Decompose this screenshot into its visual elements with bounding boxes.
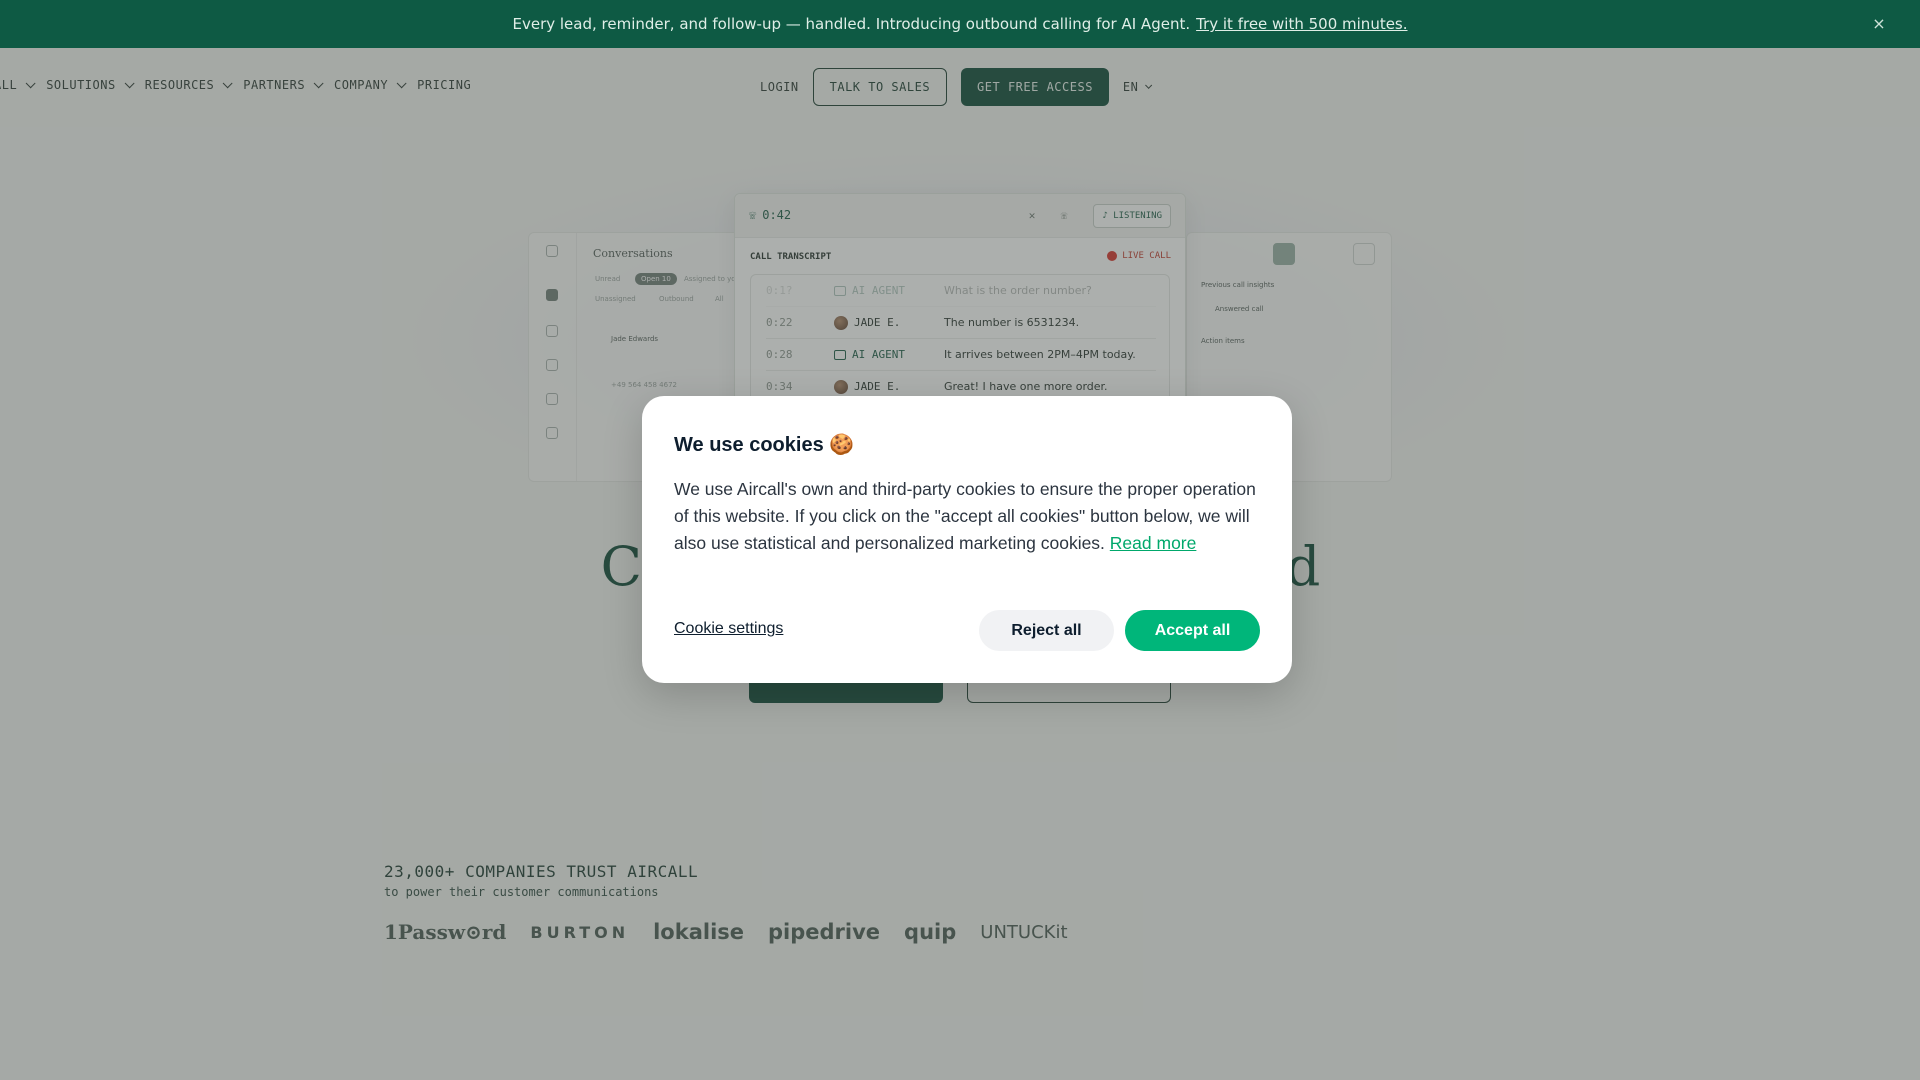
read-more-link[interactable]: Read more [1110,533,1197,553]
cookie-modal-body: We use Aircall's own and third-party coo… [674,479,1256,553]
close-icon[interactable]: × [1868,13,1890,35]
banner-text: Every lead, reminder, and follow-up — ha… [512,15,1191,33]
cookie-modal-title: We use cookies 🍪 [674,434,855,456]
announcement-banner: Every lead, reminder, and follow-up — ha… [0,0,1920,48]
cookie-settings-link[interactable]: Cookie settings [674,620,783,638]
accept-all-button[interactable]: Accept all [1125,610,1260,651]
cookie-consent-modal: We use cookies 🍪 We use Aircall's own an… [642,396,1292,683]
reject-all-button[interactable]: Reject all [979,610,1114,651]
banner-link[interactable]: Try it free with 500 minutes. [1196,15,1407,33]
